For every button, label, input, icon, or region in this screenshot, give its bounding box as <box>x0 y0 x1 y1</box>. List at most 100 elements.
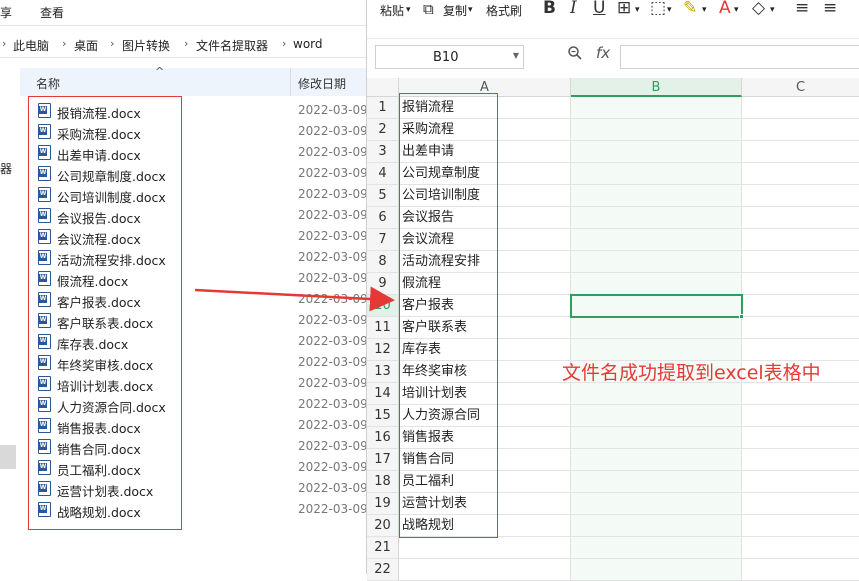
cell-b[interactable] <box>571 449 742 471</box>
cell-c[interactable] <box>742 229 859 251</box>
cell-b[interactable] <box>571 141 742 163</box>
cell-b[interactable] <box>571 537 742 559</box>
row-header[interactable]: 7 <box>367 229 399 251</box>
breadcrumb-item[interactable]: 桌面 <box>74 37 98 54</box>
cell-b[interactable] <box>571 251 742 273</box>
chevron-down-icon[interactable]: ▾ <box>667 5 672 15</box>
copy-icon[interactable]: ⧉ <box>423 0 434 18</box>
row-header[interactable]: 6 <box>367 207 399 229</box>
highlight-color-icon[interactable]: ✎ <box>683 0 697 18</box>
cell-c[interactable] <box>742 141 859 163</box>
cell-c[interactable] <box>742 383 859 405</box>
font-color-button[interactable]: A <box>719 0 731 18</box>
row-header[interactable]: 15 <box>367 405 399 427</box>
chevron-down-icon[interactable]: ▾ <box>635 5 640 15</box>
chevron-down-icon[interactable]: ▾ <box>702 5 707 15</box>
cell-c[interactable] <box>742 537 859 559</box>
chevron-down-icon[interactable]: ▾ <box>734 5 739 15</box>
cell-b[interactable] <box>571 383 742 405</box>
cell-b[interactable] <box>571 493 742 515</box>
cell-c[interactable] <box>742 405 859 427</box>
select-all-corner[interactable] <box>367 78 399 97</box>
cell-b[interactable] <box>571 229 742 251</box>
formula-input[interactable] <box>620 45 859 69</box>
chevron-down-icon[interactable]: ▾ <box>406 5 411 15</box>
row-header[interactable]: 1 <box>367 97 399 119</box>
column-header-modified[interactable]: 修改日期 <box>298 75 346 92</box>
cell-b[interactable] <box>571 317 742 339</box>
cell-c[interactable] <box>742 295 859 317</box>
cell-c[interactable] <box>742 119 859 141</box>
breadcrumb[interactable]: › 此电脑 › 桌面 › 图片转换 › 文件名提取器 › word <box>0 32 366 58</box>
eraser-icon[interactable]: ◇ <box>752 0 765 18</box>
row-header[interactable]: 5 <box>367 185 399 207</box>
paste-button[interactable]: 粘贴 <box>380 2 404 19</box>
column-header-name[interactable]: 名称 <box>36 75 60 92</box>
fx-icon[interactable]: fx <box>596 44 610 62</box>
breadcrumb-item[interactable]: 图片转换 <box>122 37 170 54</box>
cell-b[interactable] <box>571 207 742 229</box>
format-painter-button[interactable]: 格式刷 <box>486 2 522 19</box>
cell-c[interactable] <box>742 449 859 471</box>
column-header-c[interactable]: C <box>742 78 859 97</box>
ribbon-tab-share[interactable]: 享 <box>0 4 12 21</box>
row-header[interactable]: 8 <box>367 251 399 273</box>
row-header[interactable]: 17 <box>367 449 399 471</box>
fill-handle[interactable] <box>739 314 744 319</box>
cell-c[interactable] <box>742 317 859 339</box>
cell-b[interactable] <box>571 185 742 207</box>
cell-b[interactable] <box>571 471 742 493</box>
border-icon[interactable]: ⊞ <box>617 0 631 18</box>
row-header[interactable]: 12 <box>367 339 399 361</box>
cell-b[interactable] <box>571 97 742 119</box>
row-header[interactable]: 10 <box>367 295 399 317</box>
cell-c[interactable] <box>742 251 859 273</box>
cell-b[interactable] <box>571 119 742 141</box>
row-header[interactable]: 9 <box>367 273 399 295</box>
cell-c[interactable] <box>742 185 859 207</box>
cell-c[interactable] <box>742 471 859 493</box>
cell-b[interactable] <box>571 559 742 581</box>
cell-b[interactable] <box>571 515 742 537</box>
cell-c[interactable] <box>742 427 859 449</box>
cell-c[interactable] <box>742 163 859 185</box>
column-header-b[interactable]: B <box>571 78 742 97</box>
cell-b[interactable] <box>571 273 742 295</box>
zoom-icon[interactable] <box>567 45 583 61</box>
row-header[interactable]: 3 <box>367 141 399 163</box>
row-header[interactable]: 16 <box>367 427 399 449</box>
row-header[interactable]: 4 <box>367 163 399 185</box>
italic-button[interactable]: I <box>570 0 577 18</box>
row-header[interactable]: 11 <box>367 317 399 339</box>
row-header[interactable]: 21 <box>367 537 399 559</box>
chevron-down-icon[interactable]: ▾ <box>770 5 775 15</box>
chevron-down-icon[interactable]: ▼ <box>513 51 519 60</box>
cell-c[interactable] <box>742 559 859 581</box>
breadcrumb-item[interactable]: 此电脑 <box>13 37 49 54</box>
breadcrumb-item[interactable]: word <box>293 37 323 51</box>
ribbon-tab-view[interactable]: 查看 <box>40 4 64 21</box>
active-cell-b10[interactable] <box>570 294 743 318</box>
breadcrumb-item[interactable]: 文件名提取器 <box>196 37 268 54</box>
cell-c[interactable] <box>742 97 859 119</box>
align-left-icon[interactable]: ≡ <box>795 0 809 18</box>
row-header[interactable]: 22 <box>367 559 399 581</box>
chevron-down-icon[interactable]: ▾ <box>468 5 473 15</box>
bold-button[interactable]: B <box>543 0 556 18</box>
fill-style-icon[interactable]: ⬚ <box>650 0 666 18</box>
cell-b[interactable] <box>571 427 742 449</box>
cell-b[interactable] <box>571 163 742 185</box>
cell-a[interactable] <box>399 559 571 581</box>
align-center-icon[interactable]: ≡ <box>823 0 837 18</box>
cell-c[interactable] <box>742 207 859 229</box>
row-header[interactable]: 14 <box>367 383 399 405</box>
cell-c[interactable] <box>742 273 859 295</box>
underline-button[interactable]: U <box>593 0 605 18</box>
cell-c[interactable] <box>742 515 859 537</box>
row-header[interactable]: 2 <box>367 119 399 141</box>
cell-a[interactable] <box>399 537 571 559</box>
name-box[interactable]: B10 ▼ <box>375 45 524 69</box>
row-header[interactable]: 19 <box>367 493 399 515</box>
cell-c[interactable] <box>742 493 859 515</box>
row-header[interactable]: 13 <box>367 361 399 383</box>
